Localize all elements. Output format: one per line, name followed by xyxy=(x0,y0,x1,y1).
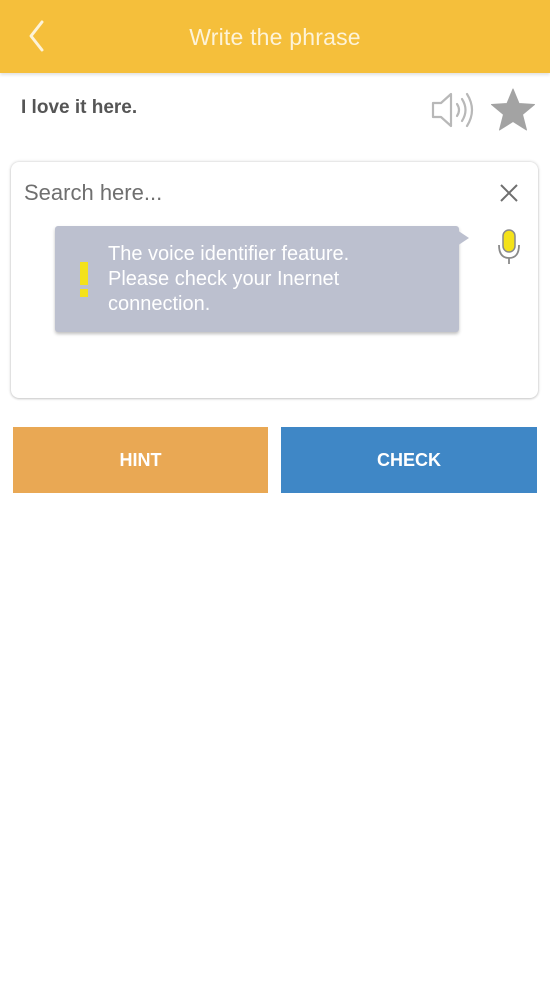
page-title: Write the phrase xyxy=(189,24,361,50)
clear-button[interactable] xyxy=(496,180,522,206)
close-icon xyxy=(500,184,518,202)
tooltip-line: The voice identifier feature. xyxy=(108,243,350,265)
check-button[interactable]: CHECK xyxy=(281,427,537,493)
tooltip-line: Please check your Inernet xyxy=(108,268,340,290)
tooltip-arrow xyxy=(457,230,469,246)
favorite-button[interactable] xyxy=(490,87,536,133)
app-screen: Write the phrase I love it here. Search … xyxy=(0,0,550,1000)
exclamation-icon xyxy=(80,262,88,297)
network-error-tooltip: The voice identifier feature. Please che… xyxy=(55,226,469,332)
voice-input-button[interactable] xyxy=(496,228,522,266)
play-audio-button[interactable] xyxy=(430,89,476,131)
hint-button[interactable]: HINT xyxy=(13,427,268,493)
microphone-icon xyxy=(498,229,520,264)
search-input[interactable] xyxy=(24,176,464,210)
star-icon xyxy=(491,88,535,131)
app-header: Write the phrase xyxy=(0,0,550,73)
tooltip-message: The voice identifier feature. Please che… xyxy=(108,242,448,317)
phrase-text: I love it here. xyxy=(21,97,138,118)
speaker-icon xyxy=(431,92,474,128)
tooltip-line: connection. xyxy=(108,293,211,315)
